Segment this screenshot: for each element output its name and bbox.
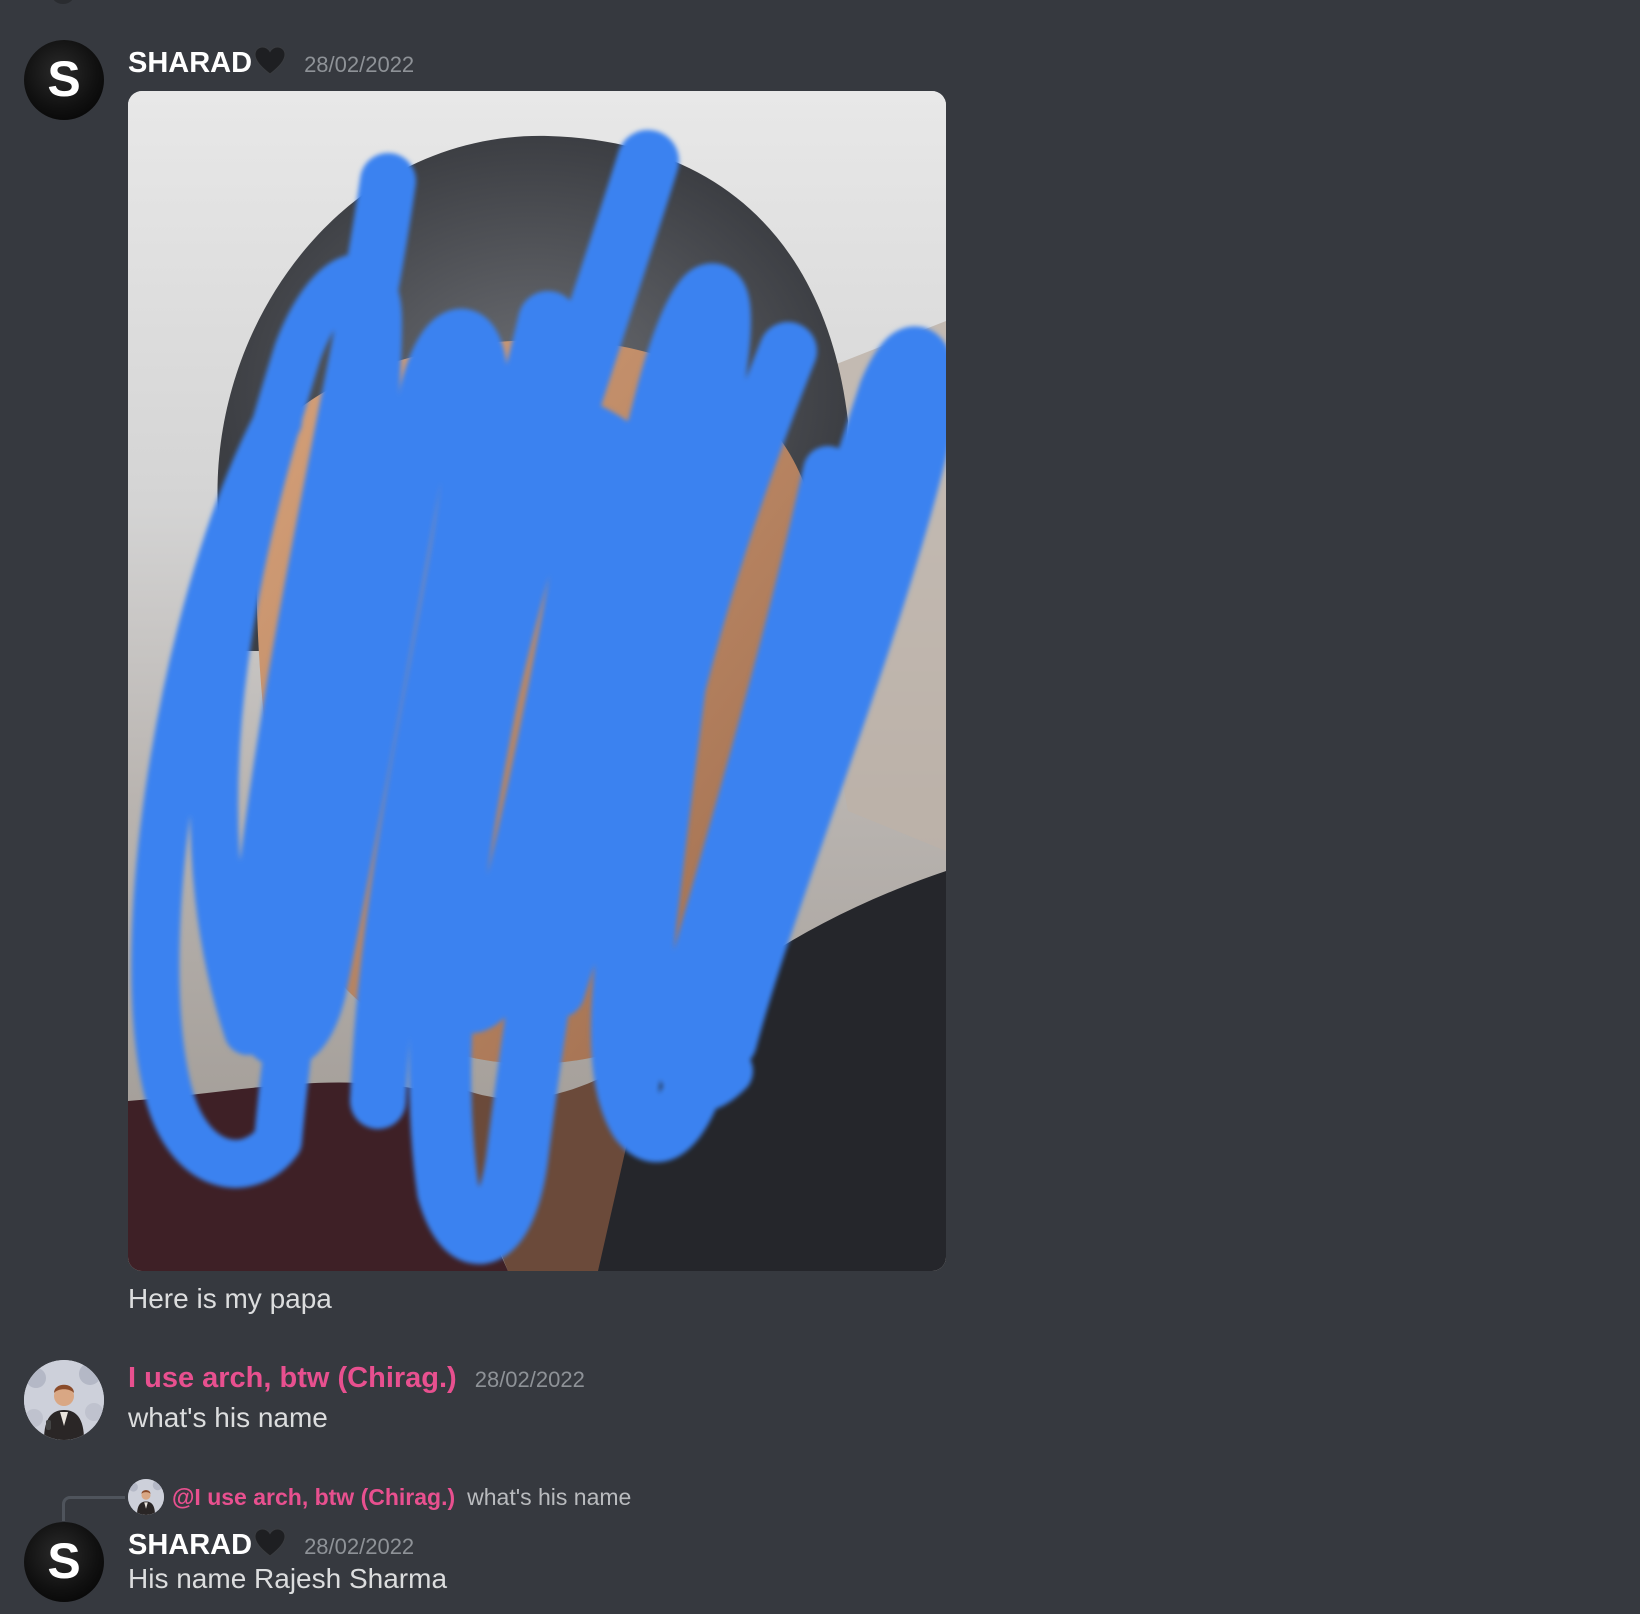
avatar-letter: S: [47, 1533, 81, 1589]
chat-messages: S SHARAD 28/02/2022 Here is my papa I us…: [0, 0, 1640, 1614]
photo-with-blue-scribble: [128, 91, 946, 1271]
timestamp: 28/02/2022: [304, 52, 415, 77]
reply-connector: [62, 1496, 125, 1521]
black-heart-icon: [254, 46, 286, 76]
avatar-letter: S: [47, 51, 81, 107]
avatar[interactable]: S: [24, 40, 104, 120]
reply-text[interactable]: what's his name: [467, 1484, 631, 1511]
username[interactable]: SHARAD: [128, 1529, 252, 1562]
user-photo-icon: [128, 1479, 164, 1515]
timestamp: 28/02/2022: [304, 1534, 415, 1559]
username[interactable]: I use arch, btw (Chirag.): [128, 1362, 457, 1395]
previous-message-avatar: [52, 0, 74, 4]
username[interactable]: SHARAD: [128, 47, 252, 80]
reply-preview[interactable]: @I use arch, btw (Chirag.) what's his na…: [128, 1478, 631, 1516]
message-text: what's his name: [128, 1402, 328, 1433]
message-header: SHARAD 28/02/2022: [128, 1524, 414, 1562]
message-text: His name Rajesh Sharma: [128, 1563, 448, 1594]
image-attachment[interactable]: [128, 91, 946, 1271]
avatar[interactable]: [24, 1360, 104, 1440]
black-heart-icon: [254, 1528, 286, 1558]
user-photo-icon: [24, 1360, 104, 1440]
message-header: SHARAD 28/02/2022: [128, 42, 414, 80]
reply-mention[interactable]: @I use arch, btw (Chirag.): [172, 1484, 455, 1511]
timestamp: 28/02/2022: [474, 1367, 585, 1392]
avatar[interactable]: S: [24, 1522, 104, 1602]
message-header: I use arch, btw (Chirag.) 28/02/2022: [128, 1362, 585, 1395]
message-text: Here is my papa: [128, 1283, 332, 1314]
reply-avatar: [128, 1479, 164, 1515]
